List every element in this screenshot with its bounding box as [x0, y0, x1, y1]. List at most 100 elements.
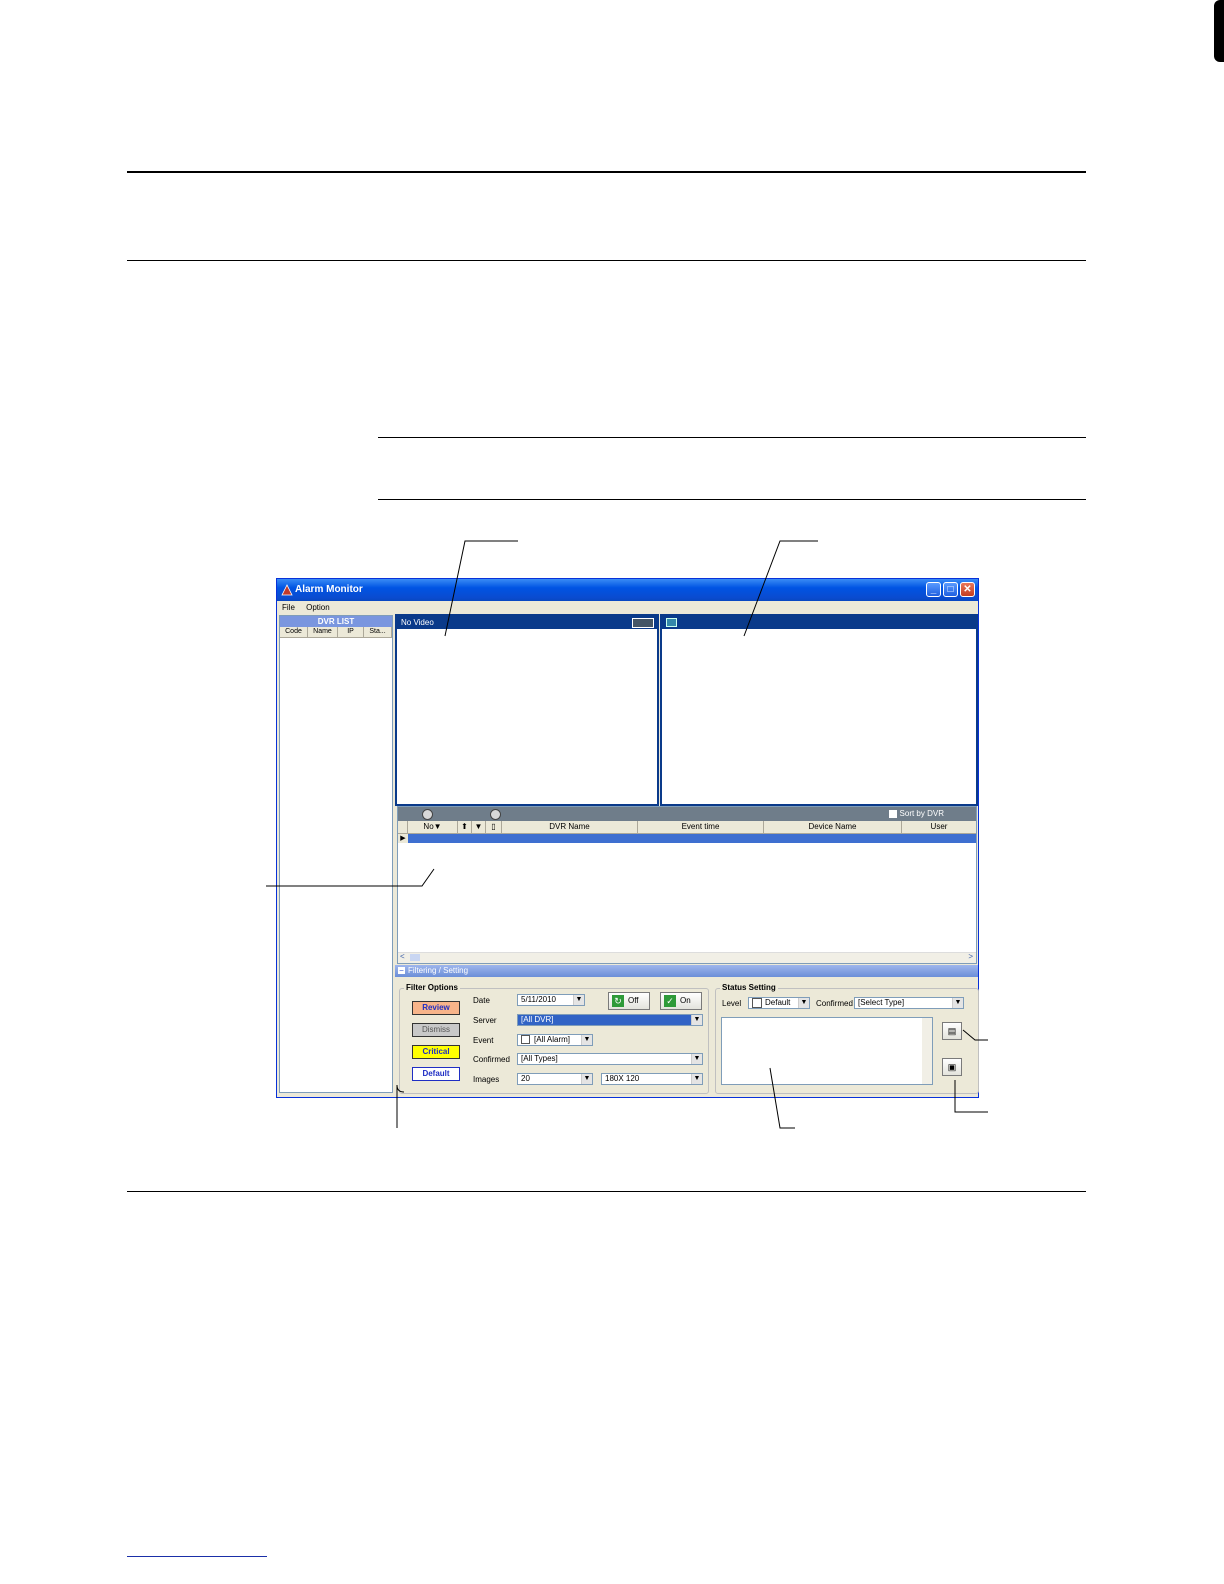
server-select[interactable]: [All DVR] ▼: [517, 1014, 703, 1026]
date-dropdown-icon[interactable]: ▼: [573, 995, 584, 1005]
review-button[interactable]: Review: [412, 1001, 460, 1015]
images-count-value: 20: [521, 1074, 530, 1083]
images-count-select[interactable]: 20 ▼: [517, 1073, 593, 1085]
row-pointer-icon: ▶: [398, 834, 408, 843]
dvr-list-header: DVR LIST: [280, 616, 392, 627]
col-user[interactable]: User: [902, 821, 976, 833]
date-picker[interactable]: 5/11/2010 ▼: [517, 994, 585, 1006]
on-button[interactable]: ✓ On: [660, 992, 702, 1010]
server-value: [All DVR]: [521, 1015, 554, 1024]
scroll-left-icon[interactable]: <: [400, 952, 405, 961]
col-device-name[interactable]: Device Name: [764, 821, 902, 833]
dismiss-button[interactable]: Dismiss: [412, 1023, 460, 1037]
menu-option[interactable]: Option: [306, 603, 330, 612]
video-pane-right[interactable]: [660, 614, 978, 806]
memo-scrollbar[interactable]: [922, 1018, 932, 1084]
date-value: 5/11/2010: [521, 995, 556, 1004]
filter-icon[interactable]: ▼: [472, 821, 486, 833]
default-button[interactable]: Default: [412, 1067, 460, 1081]
check-icon: ✓: [664, 995, 676, 1007]
status-confirmed-label: Confirmed: [816, 999, 853, 1008]
scroll-right-icon[interactable]: >: [968, 952, 973, 961]
radio-option-1[interactable]: [422, 809, 433, 820]
level-select[interactable]: Default ▼: [748, 997, 810, 1009]
rule-2: [127, 260, 1086, 261]
maximize-icon[interactable]: □: [943, 582, 958, 597]
filter-options-group: Filter Options Review Dismiss Critical D…: [399, 983, 709, 1094]
note-button[interactable]: ▤: [942, 1022, 962, 1040]
server-label: Server: [473, 1016, 497, 1025]
menu-file[interactable]: File: [282, 603, 295, 612]
scroll-thumb[interactable]: [410, 954, 420, 961]
page-icon[interactable]: ▯: [486, 821, 502, 833]
server-dropdown-icon[interactable]: ▼: [691, 1015, 702, 1025]
sort-by-dvr-checkbox[interactable]: Sort by DVR: [888, 809, 944, 818]
confirmed-label: Confirmed: [473, 1055, 510, 1064]
close-icon[interactable]: ✕: [960, 582, 975, 597]
col-name[interactable]: Name: [308, 627, 338, 637]
on-label: On: [680, 996, 691, 1005]
note-icon: ▤: [947, 1026, 957, 1036]
footer-link-underline: [127, 1556, 267, 1557]
off-label: Off: [628, 996, 639, 1005]
video-control-icon[interactable]: [632, 618, 654, 628]
event-dropdown-icon[interactable]: ▼: [581, 1035, 592, 1045]
radio-option-2[interactable]: [490, 809, 501, 820]
image-size-select[interactable]: 180X 120 ▼: [601, 1073, 703, 1085]
images-count-dropdown-icon[interactable]: ▼: [581, 1074, 592, 1084]
filtering-setting-bar[interactable]: − Filtering / Setting: [395, 965, 978, 977]
title-bar[interactable]: Alarm Monitor _ □ ✕: [277, 579, 978, 601]
event-list-toolbar: Sort by DVR: [398, 807, 976, 821]
event-select[interactable]: [All Alarm] ▼: [517, 1034, 593, 1046]
event-list-scrollbar[interactable]: < >: [398, 952, 976, 963]
status-setting-title: Status Setting: [720, 983, 778, 992]
col-status[interactable]: Sta...: [364, 627, 392, 637]
event-list[interactable]: Sort by DVR No▼ ⬆ ▼ ▯ DVR Name Event tim…: [397, 806, 977, 964]
images-label: Images: [473, 1075, 500, 1084]
chapter-tab-mark: [1214, 0, 1224, 62]
image-size-value: 180X 120: [605, 1074, 640, 1083]
video-pane-left-bar: No Video: [397, 616, 657, 629]
rule-3: [378, 437, 1086, 438]
image-size-dropdown-icon[interactable]: ▼: [691, 1074, 702, 1084]
table-row[interactable]: ▶: [398, 834, 976, 843]
rule-4: [378, 499, 1086, 500]
col-event-time[interactable]: Event time: [638, 821, 764, 833]
off-button[interactable]: ↻ Off: [608, 992, 650, 1010]
level-swatch-icon: [752, 998, 762, 1008]
save-icon: ▣: [947, 1062, 957, 1072]
level-label: Level: [722, 999, 742, 1008]
dvr-list-columns: Code Name IP Sta...: [280, 627, 392, 638]
refresh-icon: ↻: [612, 995, 624, 1007]
confirmed-select[interactable]: [All Types] ▼: [517, 1053, 703, 1065]
status-confirmed-select[interactable]: [Select Type] ▼: [854, 997, 964, 1009]
menu-bar: File Option: [277, 601, 978, 614]
rule-top: [127, 171, 1086, 173]
filter-options-title: Filter Options: [404, 983, 460, 992]
status-confirmed-dropdown-icon[interactable]: ▼: [952, 998, 963, 1008]
alarm-icon: [521, 1035, 530, 1045]
dvr-list-panel[interactable]: DVR LIST Code Name IP Sta...: [279, 615, 393, 1093]
pin-icon[interactable]: ⬆: [458, 821, 472, 833]
status-confirmed-value: [Select Type]: [858, 998, 905, 1007]
collapse-icon[interactable]: −: [398, 967, 405, 975]
col-no[interactable]: No▼: [408, 821, 458, 833]
col-code[interactable]: Code: [280, 627, 308, 637]
memo-textarea[interactable]: [721, 1017, 933, 1085]
alarm-monitor-window: Alarm Monitor _ □ ✕ File Option DVR LIST…: [276, 578, 979, 1098]
minimize-icon[interactable]: _: [926, 582, 941, 597]
save-button[interactable]: ▣: [942, 1058, 962, 1076]
event-value: [All Alarm]: [534, 1035, 571, 1044]
date-label: Date: [473, 996, 490, 1005]
confirmed-value: [All Types]: [521, 1054, 558, 1063]
critical-button[interactable]: Critical: [412, 1045, 460, 1059]
level-dropdown-icon[interactable]: ▼: [798, 998, 809, 1008]
sort-by-dvr-label: Sort by DVR: [899, 809, 944, 818]
window-title: Alarm Monitor: [295, 584, 363, 595]
no-video-label: No Video: [401, 618, 434, 627]
filtering-setting-label: Filtering / Setting: [408, 966, 469, 975]
confirmed-dropdown-icon[interactable]: ▼: [691, 1054, 702, 1064]
video-pane-left[interactable]: No Video: [395, 614, 659, 806]
col-ip[interactable]: IP: [338, 627, 364, 637]
col-dvr-name[interactable]: DVR Name: [502, 821, 638, 833]
